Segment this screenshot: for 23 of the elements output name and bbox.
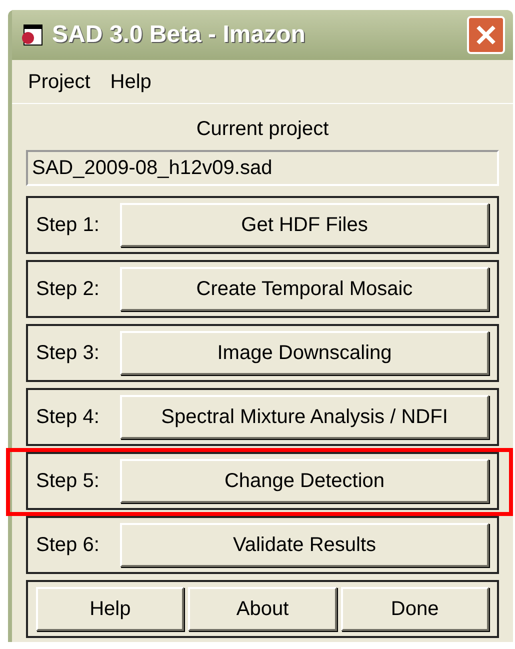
project-field[interactable]: SAD_2009-08_h12v09.sad bbox=[26, 150, 499, 186]
app-icon bbox=[20, 24, 44, 46]
step-label: Step 1: bbox=[36, 213, 100, 238]
window-title: SAD 3.0 Beta - Imazon bbox=[52, 20, 306, 50]
step-label: Step 2: bbox=[36, 277, 100, 302]
step-button[interactable]: Validate Results bbox=[120, 523, 489, 567]
close-icon bbox=[475, 24, 497, 46]
step-label: Step 4: bbox=[36, 405, 100, 430]
dialog-button[interactable]: Help bbox=[36, 587, 184, 631]
menu-item[interactable]: Project bbox=[28, 66, 90, 96]
step-label: Step 5: bbox=[36, 469, 100, 494]
step-button[interactable]: Get HDF Files bbox=[120, 203, 489, 247]
close-button[interactable] bbox=[467, 16, 505, 54]
step-button[interactable]: Create Temporal Mosaic bbox=[120, 267, 489, 311]
step-label: Step 6: bbox=[36, 533, 100, 558]
step-button[interactable]: Spectral Mixture Analysis / NDFI bbox=[120, 395, 489, 439]
step-label: Step 3: bbox=[36, 341, 100, 366]
step-button[interactable]: Image Downscaling bbox=[120, 331, 489, 375]
dialog-button[interactable]: Done bbox=[340, 587, 489, 631]
dialog-button[interactable]: About bbox=[188, 587, 337, 631]
field-label: Current project bbox=[195, 117, 330, 142]
step-button[interactable]: Change Detection bbox=[120, 459, 489, 503]
menu-item[interactable]: Help bbox=[110, 66, 152, 96]
